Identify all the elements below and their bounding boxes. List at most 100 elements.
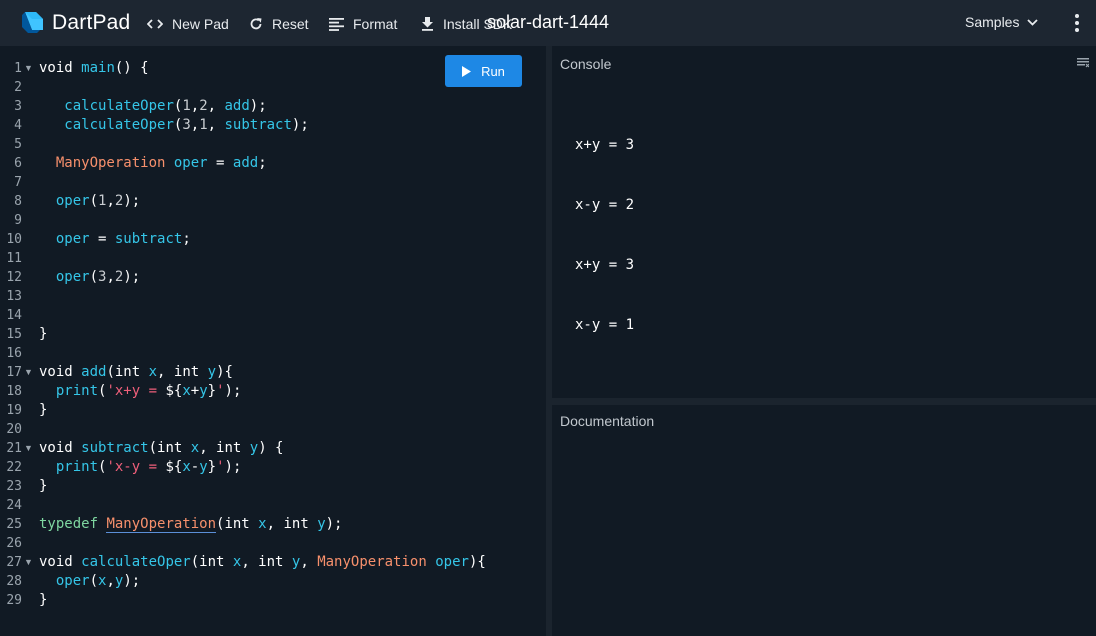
code-line[interactable]: print('x-y = ${x-y}'); <box>39 458 242 477</box>
code-token: add <box>81 364 107 380</box>
fold-toggle-icon[interactable]: ▼ <box>24 363 33 382</box>
gutter-line: 2 <box>0 78 36 97</box>
code-token: , <box>207 117 225 133</box>
line-number: 19 <box>6 403 22 418</box>
code-line[interactable]: void calculateOper(int x, int y, ManyOpe… <box>39 553 486 572</box>
line-number: 6 <box>14 156 22 171</box>
code-token: y <box>249 440 259 456</box>
code-line[interactable]: void subtract(int x, int y) { <box>39 439 284 458</box>
code-token: ); <box>224 383 242 399</box>
code-token: y <box>199 459 208 475</box>
horizontal-splitter[interactable] <box>552 398 1096 405</box>
run-button[interactable]: Run <box>445 55 522 87</box>
code-token: ); <box>123 193 141 209</box>
line-number: 23 <box>6 479 22 494</box>
more-vert-icon[interactable] <box>1068 13 1086 33</box>
code-token: , int <box>199 440 250 456</box>
line-number: 2 <box>14 80 22 95</box>
code-token: } <box>207 459 217 475</box>
code-line[interactable]: calculateOper(1,2, add); <box>39 97 267 116</box>
code-token: ${ <box>165 459 183 475</box>
code-token: subtract <box>224 117 292 133</box>
code-token: ); <box>123 573 141 589</box>
clear-console-icon[interactable] <box>1077 58 1089 68</box>
code-line[interactable]: oper(x,y); <box>39 572 140 591</box>
fold-toggle-icon[interactable]: ▼ <box>24 439 33 458</box>
gutter-line: 13 <box>0 287 36 306</box>
code-token: oper <box>435 554 469 570</box>
code-line[interactable]: oper(3,2); <box>39 268 140 287</box>
gutter-line: 12 <box>0 268 36 287</box>
line-number: 15 <box>6 327 22 342</box>
gutter-line: 28 <box>0 572 36 591</box>
line-number: 29 <box>6 593 22 608</box>
code-editor[interactable]: 1 ▼ 2 3 4 5 6 7 8 9 10 11 12 13 14 15 16 17 ▼ 18 19 20 21 ▼ 22 23… <box>0 46 546 636</box>
gutter-line: 5 <box>0 135 36 154</box>
gutter-line: 14 <box>0 306 36 325</box>
line-number: 11 <box>6 251 22 266</box>
play-icon <box>462 65 472 77</box>
code-token: ){ <box>468 554 486 570</box>
code-token: , <box>207 98 225 114</box>
line-number: 22 <box>6 460 22 475</box>
gutter-line: 29 <box>0 591 36 610</box>
code-token: oper <box>55 193 90 209</box>
code-line[interactable]: } <box>39 401 47 420</box>
gutter-line: 25 <box>0 515 36 534</box>
code-token: x <box>182 383 191 399</box>
code-line[interactable]: print('x+y = ${x+y}'); <box>39 382 242 401</box>
code-line[interactable]: ManyOperation oper = add; <box>39 154 267 173</box>
line-number: 16 <box>6 346 22 361</box>
code-line[interactable]: oper = subtract; <box>39 230 191 249</box>
line-number: 21 <box>6 441 22 456</box>
gutter-line: 19 <box>0 401 36 420</box>
code-token: ); <box>249 98 267 114</box>
gutter-line: 10 <box>0 230 36 249</box>
code-line[interactable]: } <box>39 591 47 610</box>
code-token: (int <box>190 554 233 570</box>
code-line[interactable]: void add(int x, int y){ <box>39 363 233 382</box>
code-token: y <box>207 364 217 380</box>
code-line[interactable]: typedef ManyOperation(int x, int y); <box>39 515 342 534</box>
code-line[interactable]: void main() { <box>39 59 149 78</box>
samples-label: Samples <box>965 14 1020 30</box>
code-line[interactable]: oper(1,2); <box>39 192 140 211</box>
line-number: 1 <box>14 61 22 76</box>
code-token: , <box>190 117 200 133</box>
samples-dropdown[interactable]: Samples <box>965 14 1039 30</box>
top-app-bar: DartPad New Pad Reset Format Install SDK… <box>0 0 1096 46</box>
code-token: ( <box>89 269 99 285</box>
line-number: 8 <box>14 194 22 209</box>
gutter-line: 24 <box>0 496 36 515</box>
code-token: , <box>300 554 318 570</box>
code-line[interactable]: } <box>39 477 47 496</box>
gutter-line: 17 ▼ <box>0 363 36 382</box>
gutter-line: 8 <box>0 192 36 211</box>
console-line: x+y = 3 <box>575 137 635 153</box>
code-token: 1 <box>182 98 191 114</box>
code-line[interactable]: calculateOper(3,1, subtract); <box>39 116 308 135</box>
line-number: 26 <box>6 536 22 551</box>
pad-title[interactable]: solar-dart-1444 <box>0 12 1096 33</box>
code-line[interactable]: } <box>39 325 47 344</box>
gutter-line: 26 <box>0 534 36 553</box>
fold-toggle-icon[interactable]: ▼ <box>24 553 33 572</box>
code-token: = <box>207 155 233 171</box>
code-token: y <box>317 516 326 532</box>
code-token: , <box>106 573 115 589</box>
code-token: (int <box>106 364 149 380</box>
code-token: void <box>39 60 82 76</box>
gutter-line: 6 <box>0 154 36 173</box>
gutter-line: 20 <box>0 420 36 439</box>
console-output: x+y = 3 x-y = 2 x+y = 3 x-y = 1 <box>575 95 634 375</box>
code-token: } <box>39 326 48 342</box>
code-token: subtract <box>114 231 183 247</box>
fold-toggle-icon[interactable]: ▼ <box>24 59 33 78</box>
code-token: calculateOper <box>64 117 174 133</box>
